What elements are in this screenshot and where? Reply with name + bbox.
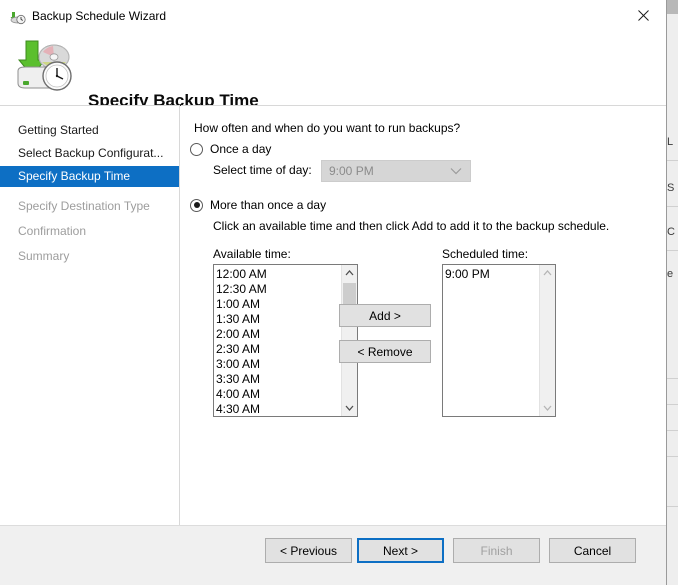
background-window-fragment: C [667, 226, 678, 238]
list-item[interactable]: 3:00 AM [216, 357, 340, 372]
frequency-prompt: How often and when do you want to run ba… [194, 121, 460, 135]
list-item[interactable]: 12:00 AM [216, 267, 340, 282]
previous-button[interactable]: < Previous [265, 538, 352, 563]
radio-once-a-day-label: Once a day [210, 142, 271, 156]
background-window-divider [667, 206, 678, 207]
time-of-day-value: 9:00 PM [329, 164, 374, 178]
scheduled-time-listbox[interactable]: 9:00 PM [442, 264, 556, 417]
list-item[interactable]: 4:30 AM [216, 402, 340, 417]
radio-once-a-day[interactable]: Once a day [190, 142, 271, 156]
list-item[interactable]: 2:30 AM [216, 342, 340, 357]
chevron-down-icon [450, 164, 462, 178]
time-of-day-dropdown[interactable]: 9:00 PM [321, 160, 471, 182]
background-window-divider [667, 378, 678, 379]
sidebar-item-specify-backup-time[interactable]: Specify Backup Time [0, 166, 179, 187]
add-button[interactable]: Add > [339, 304, 431, 327]
list-item[interactable]: 9:00 PM [445, 267, 538, 282]
background-window-divider [667, 160, 678, 161]
scroll-up-icon[interactable] [342, 265, 357, 281]
sidebar-item-summary[interactable]: Summary [0, 246, 179, 267]
list-item[interactable]: 2:00 AM [216, 327, 340, 342]
finish-button: Finish [453, 538, 540, 563]
radio-more-than-once-a-day[interactable]: More than once a day [190, 198, 326, 212]
list-item[interactable]: 1:00 AM [216, 297, 340, 312]
wizard-header: Specify Backup Time [0, 32, 666, 105]
background-window-fragment: L [667, 136, 678, 148]
radio-more-than-once-a-day-label: More than once a day [210, 198, 326, 212]
backup-drive-clock-icon [12, 38, 80, 94]
background-window-divider [667, 250, 678, 251]
list-item[interactable]: 3:30 AM [216, 372, 340, 387]
scroll-down-icon[interactable] [540, 400, 555, 416]
scheduled-time-items: 9:00 PM [443, 266, 538, 282]
background-window-titlebar [667, 0, 678, 14]
next-button[interactable]: Next > [357, 538, 444, 563]
background-window-fragment: e [667, 268, 678, 280]
list-item[interactable]: 1:30 AM [216, 312, 340, 327]
select-time-of-day-label: Select time of day: [213, 163, 312, 177]
list-item[interactable]: 12:30 AM [216, 282, 340, 297]
wizard-step-sidebar: Getting Started Select Backup Configurat… [0, 105, 180, 525]
backup-clock-icon [9, 8, 26, 25]
available-time-listbox[interactable]: 12:00 AM 12:30 AM 1:00 AM 1:30 AM 2:00 A… [213, 264, 358, 417]
sidebar-item-getting-started[interactable]: Getting Started [0, 120, 179, 141]
list-item[interactable]: 4:00 AM [216, 387, 340, 402]
background-window: L S C e [666, 0, 678, 585]
close-icon[interactable] [620, 0, 666, 31]
radio-more-than-once-a-day-indicator [190, 199, 203, 212]
background-window-fragment: S [667, 182, 678, 194]
background-window-divider [667, 506, 678, 507]
radio-once-a-day-indicator [190, 143, 203, 156]
sidebar-item-select-backup-configuration[interactable]: Select Backup Configurat... [0, 143, 179, 164]
more-than-once-hint: Click an available time and then click A… [213, 219, 609, 233]
scheduled-time-label: Scheduled time: [442, 247, 528, 261]
wizard-footer: < Previous Next > Finish Cancel [0, 525, 666, 585]
sidebar-item-specify-destination-type[interactable]: Specify Destination Type [0, 196, 179, 217]
backup-schedule-wizard-window: Backup Schedule Wizard [0, 0, 666, 585]
scroll-down-icon[interactable] [342, 400, 357, 416]
title-bar: Backup Schedule Wizard [0, 0, 666, 32]
remove-button[interactable]: < Remove [339, 340, 431, 363]
background-window-divider [667, 430, 678, 431]
cancel-button[interactable]: Cancel [549, 538, 636, 563]
background-window-divider [667, 456, 678, 457]
scheduled-time-scrollbar[interactable] [539, 265, 555, 416]
available-time-items: 12:00 AM 12:30 AM 1:00 AM 1:30 AM 2:00 A… [214, 266, 340, 417]
sidebar-item-confirmation[interactable]: Confirmation [0, 221, 179, 242]
background-window-divider [667, 404, 678, 405]
available-time-label: Available time: [213, 247, 291, 261]
scroll-up-icon[interactable] [540, 265, 555, 281]
wizard-content-pane: How often and when do you want to run ba… [181, 105, 666, 525]
window-title: Backup Schedule Wizard [32, 8, 166, 24]
